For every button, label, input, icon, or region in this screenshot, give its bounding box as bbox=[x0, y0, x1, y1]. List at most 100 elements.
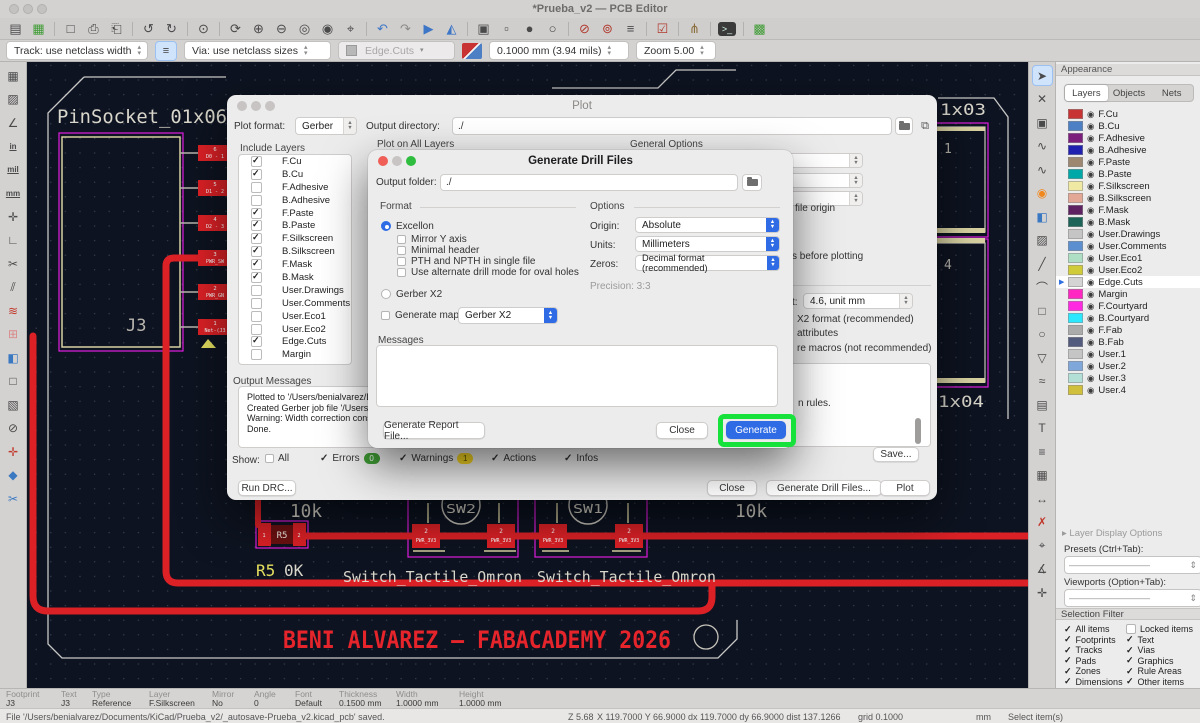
layer-color-swatch[interactable] bbox=[1068, 121, 1083, 131]
visibility-eye-icon[interactable]: ◉ bbox=[1087, 229, 1094, 240]
visibility-eye-icon[interactable]: ◉ bbox=[1087, 109, 1094, 120]
draw-arc-icon[interactable]: ⌒ bbox=[1032, 277, 1053, 298]
viewports-select[interactable]: ————————— ⇕ bbox=[1064, 589, 1200, 607]
add-image-icon[interactable]: ▤ bbox=[1032, 394, 1053, 415]
add-via-icon[interactable]: ◉ bbox=[1032, 183, 1053, 204]
layer-pair-swatch[interactable] bbox=[462, 42, 482, 59]
coordinate-format-select[interactable]: 4.6, unit mm ▲ ▼ bbox=[803, 293, 913, 309]
presets-select[interactable]: ————————— ⇕ bbox=[1064, 556, 1200, 574]
via-size-select[interactable]: Via: use netclass sizes ▴ ▾ bbox=[184, 41, 331, 60]
ratsnest-scissors-icon[interactable]: ✂ bbox=[3, 253, 24, 274]
highlight-nets-icon[interactable]: ≋ bbox=[3, 300, 24, 321]
output-directory-input[interactable]: ./ bbox=[452, 117, 892, 135]
selection-filter-item[interactable]: ✓ All items bbox=[1064, 624, 1126, 635]
track-width-menu-icon[interactable]: ≡ bbox=[155, 40, 177, 61]
selection-filter-item[interactable]: ✓ Other items bbox=[1126, 676, 1198, 688]
layer-row[interactable]: ▶ ◉ User.Eco2 bbox=[1056, 264, 1200, 276]
visibility-eye-icon[interactable]: ◉ bbox=[1087, 169, 1094, 180]
close-dialog-icon[interactable] bbox=[237, 101, 247, 111]
visibility-eye-icon[interactable]: ◉ bbox=[1087, 385, 1094, 396]
visibility-eye-icon[interactable]: ◉ bbox=[1087, 193, 1094, 204]
excellon-radio[interactable] bbox=[381, 221, 391, 231]
plot-format-select[interactable]: Gerber ▲ ▼ bbox=[295, 117, 357, 135]
close-button[interactable]: Close bbox=[707, 480, 757, 496]
browse-folder-button[interactable] bbox=[742, 174, 762, 191]
zone-outline-icon[interactable]: □ bbox=[3, 371, 24, 392]
tune-length-icon[interactable]: ∿ bbox=[1032, 159, 1053, 180]
selection-filter-item[interactable]: ✓ Footprints bbox=[1064, 634, 1126, 646]
checkbox[interactable] bbox=[251, 310, 262, 322]
interactive-router-icon[interactable]: ⋔ bbox=[683, 20, 706, 38]
grid-origin-icon[interactable]: ✛ bbox=[1032, 582, 1053, 603]
layer-color-swatch[interactable] bbox=[1068, 133, 1083, 143]
drill-messages-box[interactable] bbox=[376, 345, 778, 407]
zone-fill-icon[interactable]: ◧ bbox=[3, 347, 24, 368]
plot-icon[interactable]: ⎗ bbox=[105, 20, 128, 38]
visibility-eye-icon[interactable]: ◉ bbox=[1087, 265, 1094, 276]
layer-color-swatch[interactable] bbox=[1068, 181, 1083, 191]
visibility-eye-icon[interactable]: ◉ bbox=[1087, 325, 1094, 336]
layer-color-swatch[interactable] bbox=[1068, 265, 1083, 275]
zoom-fit-icon[interactable]: ◎ bbox=[293, 20, 316, 38]
checkbox[interactable] bbox=[251, 245, 262, 258]
close-button[interactable]: Close bbox=[656, 422, 708, 439]
rotate-cw-icon[interactable]: ↷ bbox=[394, 20, 417, 38]
generate-drill-files-button[interactable]: Generate Drill Files... bbox=[766, 480, 882, 496]
add-table-icon[interactable]: ▦ bbox=[1032, 465, 1053, 486]
visibility-eye-icon[interactable]: ◉ bbox=[1087, 301, 1094, 312]
include-layer-row[interactable]: F.Mask bbox=[239, 258, 351, 271]
local-coordinates-icon[interactable]: ∟ bbox=[3, 230, 24, 251]
grid-select[interactable]: 0.1000 mm (3.94 mils) ▴ ▾ bbox=[489, 41, 629, 60]
layer-color-swatch[interactable] bbox=[1068, 385, 1083, 395]
visibility-eye-icon[interactable]: ◉ bbox=[1087, 241, 1094, 252]
visibility-eye-icon[interactable]: ◉ bbox=[1087, 373, 1094, 384]
units-select[interactable]: Millimeters ▲ ▼ bbox=[635, 236, 780, 252]
undo-icon[interactable]: ↺ bbox=[137, 20, 160, 38]
mirror-y-checkbox[interactable] bbox=[397, 235, 406, 244]
draw-zone-icon[interactable]: ◧ bbox=[1032, 206, 1053, 227]
layer-row[interactable]: ▶ ◉ F.Silkscreen bbox=[1056, 180, 1200, 192]
scaling-select[interactable]: ▲ ▼ bbox=[787, 173, 863, 188]
visibility-eye-icon[interactable]: ◉ bbox=[1087, 133, 1094, 144]
selection-filter-item[interactable]: ✓ Graphics bbox=[1126, 655, 1198, 667]
layer-color-swatch[interactable] bbox=[1068, 301, 1083, 311]
layer-row[interactable]: ▶ ◉ F.Mask bbox=[1056, 204, 1200, 216]
show-infos-filter[interactable]: ✓ Infos bbox=[564, 453, 598, 464]
include-layer-row[interactable]: F.Silkscreen bbox=[239, 232, 351, 245]
checkbox[interactable] bbox=[251, 258, 262, 271]
layer-row[interactable]: ▶ ◉ F.Adhesive bbox=[1056, 132, 1200, 144]
show-warnings-filter[interactable]: ✓ Warnings 1 bbox=[399, 453, 474, 464]
layer-color-swatch[interactable] bbox=[1068, 325, 1083, 335]
layer-row[interactable]: ▶ ◉ User.Drawings bbox=[1056, 228, 1200, 240]
drc-icon[interactable]: ☑ bbox=[651, 20, 674, 38]
layer-row[interactable]: ▶ ◉ User.2 bbox=[1056, 360, 1200, 372]
draw-circle-icon[interactable]: ○ bbox=[1032, 324, 1053, 345]
pth-npth-checkbox[interactable] bbox=[397, 257, 406, 266]
include-layer-row[interactable]: User.Eco2 bbox=[239, 323, 351, 336]
layer-row[interactable]: ▶ ◉ B.Cu bbox=[1056, 120, 1200, 132]
layer-color-swatch[interactable] bbox=[1068, 109, 1083, 119]
zoom-out-icon[interactable]: ⊖ bbox=[270, 20, 293, 38]
grid-settings-icon[interactable]: ▦ bbox=[3, 65, 24, 86]
units-mm-icon[interactable]: mm bbox=[3, 183, 24, 204]
layer-color-swatch[interactable] bbox=[1068, 337, 1083, 347]
layer-color-swatch[interactable] bbox=[1068, 241, 1083, 251]
zoom-select[interactable]: Zoom 5.00 ▴ ▾ bbox=[636, 41, 716, 60]
units-mils-icon[interactable]: mil bbox=[3, 159, 24, 180]
generate-map-checkbox[interactable] bbox=[381, 311, 390, 320]
scrollbar[interactable] bbox=[915, 418, 921, 444]
measure-tool-icon[interactable]: ∡ bbox=[1032, 559, 1053, 580]
refresh-icon[interactable]: ⟳ bbox=[224, 20, 247, 38]
layer-color-swatch[interactable] bbox=[1068, 373, 1083, 383]
checkbox[interactable] bbox=[251, 349, 262, 361]
selection-filter-item[interactable]: ✓ Zones bbox=[1064, 666, 1126, 677]
lock-icon[interactable]: ● bbox=[518, 20, 541, 38]
checkbox[interactable] bbox=[251, 284, 262, 296]
selection-filter-item[interactable]: ✓ Dimensions bbox=[1064, 676, 1126, 688]
layer-color-swatch[interactable] bbox=[1068, 289, 1083, 299]
find-icon[interactable]: ⊙ bbox=[192, 20, 215, 38]
save-icon[interactable]: ▤ bbox=[4, 20, 27, 38]
include-layer-row[interactable]: F.Paste bbox=[239, 207, 351, 220]
add-footprint-icon[interactable]: ▣ bbox=[1032, 112, 1053, 133]
grid-override-icon[interactable]: ▨ bbox=[3, 89, 24, 110]
